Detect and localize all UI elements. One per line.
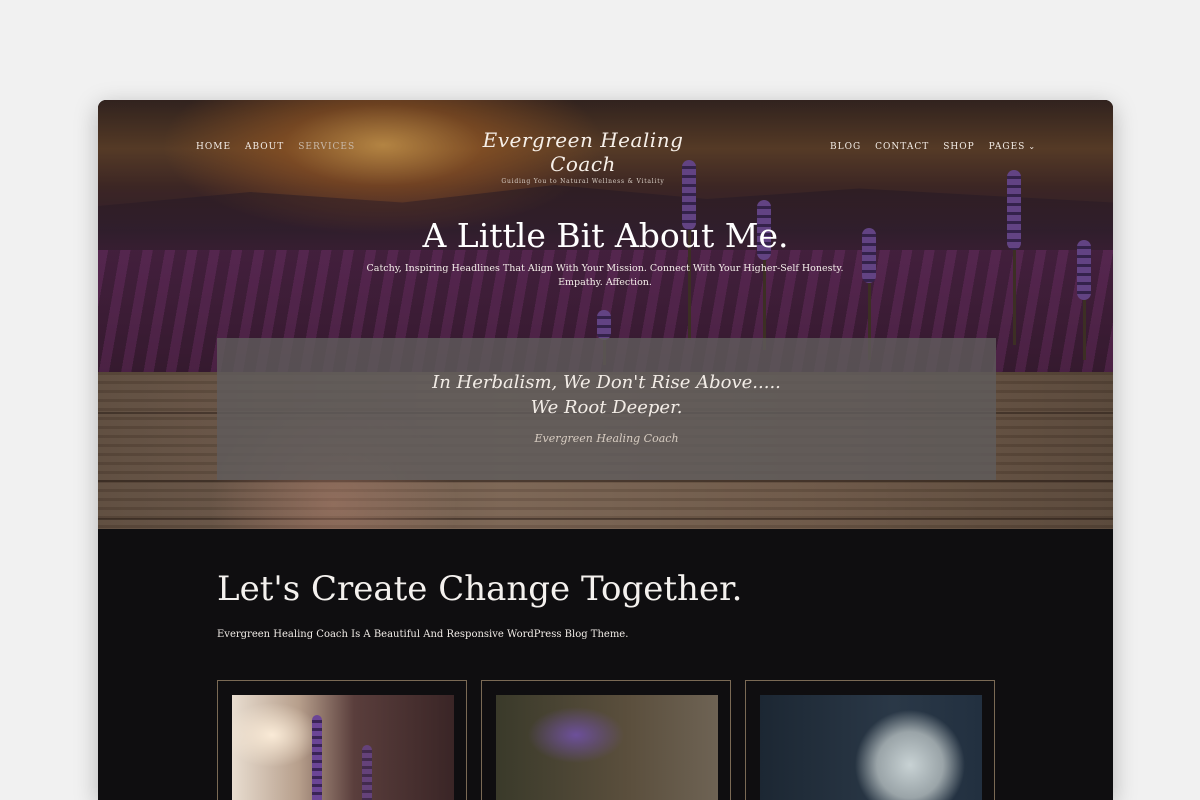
service-card-2[interactable]	[481, 680, 731, 800]
section-subtitle: Evergreen Healing Coach Is A Beautiful A…	[217, 629, 629, 640]
section-title: Let's Create Change Together.	[217, 569, 743, 609]
hero-title: A Little Bit About Me.	[422, 216, 789, 255]
service-card-image	[760, 695, 982, 800]
nav-pages-label: PAGES	[988, 142, 1026, 152]
services-section: Let's Create Change Together. Evergreen …	[98, 529, 1113, 800]
hero-subtitle: Catchy, Inspiring Headlines That Align W…	[366, 263, 844, 288]
quote-author: Evergreen Healing Coach	[534, 432, 679, 445]
nav-right: BLOG CONTACT SHOP PAGES ⌄	[830, 142, 1036, 152]
nav-left: HOME ABOUT SERVICES	[196, 142, 355, 152]
service-card-image	[232, 695, 454, 800]
nav-services[interactable]: SERVICES	[298, 142, 355, 152]
service-card-3[interactable]	[745, 680, 995, 800]
site-logo[interactable]: Evergreen Healing Coach Guiding You to N…	[468, 128, 698, 185]
nav-blog[interactable]: BLOG	[830, 142, 861, 152]
logo-tagline: Guiding You to Natural Wellness & Vitali…	[501, 178, 665, 185]
nav-pages[interactable]: PAGES ⌄	[989, 142, 1036, 152]
chevron-down-icon: ⌄	[1028, 142, 1037, 151]
logo-title: Evergreen Healing Coach	[482, 128, 684, 176]
quote-box: In Herbalism, We Don't Rise Above..... W…	[217, 338, 996, 480]
quote-line-1: In Herbalism, We Don't Rise Above.....	[432, 372, 781, 393]
quote-text: In Herbalism, We Don't Rise Above..... W…	[217, 370, 996, 420]
lavender-bloom	[362, 745, 372, 800]
service-card-image	[496, 695, 718, 800]
nav-shop[interactable]: SHOP	[943, 142, 974, 152]
browser-page-frame: HOME ABOUT SERVICES Evergreen Healing Co…	[98, 100, 1113, 800]
nav-contact[interactable]: CONTACT	[875, 142, 929, 152]
hero-banner: HOME ABOUT SERVICES Evergreen Healing Co…	[98, 100, 1113, 372]
nav-about[interactable]: ABOUT	[245, 142, 284, 152]
lavender-bloom	[312, 715, 322, 800]
service-card-1[interactable]	[217, 680, 467, 800]
nav-home[interactable]: HOME	[196, 142, 231, 152]
quote-line-2: We Root Deeper.	[530, 397, 683, 418]
